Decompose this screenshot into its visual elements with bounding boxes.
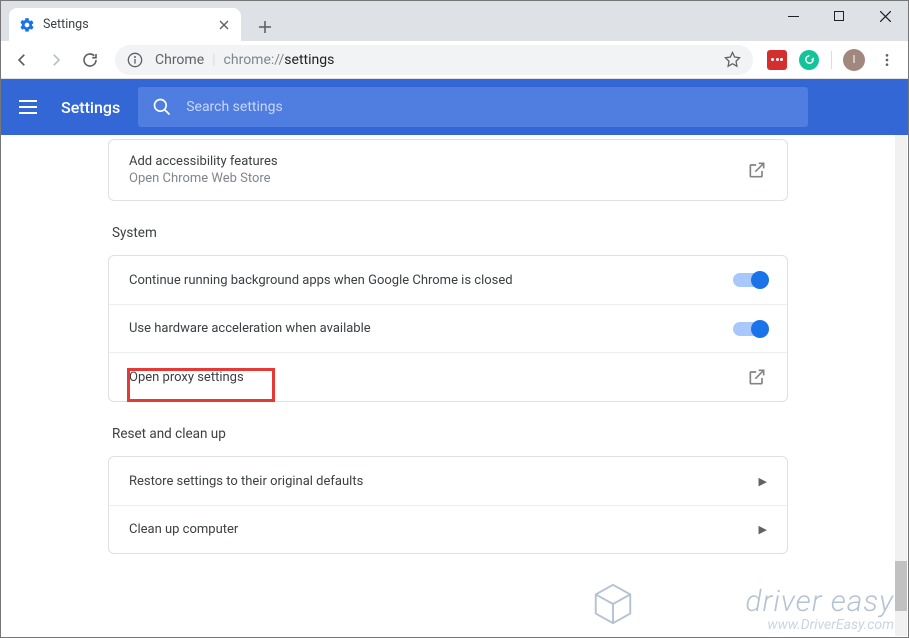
chevron-right-icon: ▶	[759, 523, 767, 536]
system-section-title: System	[112, 225, 784, 241]
address-bar[interactable]: Chrome | chrome://settings	[115, 45, 753, 75]
minimize-button[interactable]	[770, 1, 816, 31]
settings-header: Settings	[1, 79, 908, 135]
extension-grammarly-icon[interactable]	[795, 46, 823, 74]
menu-icon[interactable]	[19, 95, 43, 119]
gear-icon	[19, 17, 35, 33]
background-apps-toggle[interactable]	[733, 273, 767, 287]
maximize-button[interactable]	[816, 1, 862, 31]
url-scheme: chrome://	[224, 52, 285, 68]
browser-tab[interactable]: Settings	[9, 8, 241, 41]
close-tab-button[interactable]	[217, 18, 231, 32]
forward-button[interactable]	[41, 45, 71, 75]
background-apps-row: Continue running background apps when Go…	[109, 256, 787, 304]
row-subtitle: Open Chrome Web Store	[129, 171, 278, 186]
browser-toolbar: Chrome | chrome://settings I	[1, 41, 908, 79]
window-titlebar: Settings	[1, 1, 908, 41]
add-accessibility-features-row[interactable]: Add accessibility features Open Chrome W…	[109, 140, 787, 200]
bookmark-star-icon[interactable]	[724, 51, 741, 68]
row-label: Use hardware acceleration when available	[129, 321, 371, 336]
profile-avatar[interactable]: I	[840, 46, 868, 74]
browser-menu-button[interactable]	[872, 45, 902, 75]
settings-title: Settings	[61, 98, 120, 117]
reset-section-title: Reset and clean up	[112, 426, 784, 442]
tab-title: Settings	[43, 17, 89, 32]
search-icon	[152, 97, 172, 117]
extension-lastpass-icon[interactable]	[763, 46, 791, 74]
new-tab-button[interactable]	[251, 13, 279, 41]
url-path: settings	[284, 52, 334, 68]
window-controls	[770, 1, 908, 31]
reload-button[interactable]	[75, 45, 105, 75]
annotation-highlight	[127, 368, 275, 402]
row-title: Add accessibility features	[129, 154, 278, 169]
hardware-accel-toggle[interactable]	[733, 322, 767, 336]
settings-search[interactable]	[138, 87, 808, 127]
toolbar-separator	[831, 51, 832, 69]
scrollbar-thumb[interactable]	[895, 561, 907, 611]
open-external-icon	[747, 367, 767, 387]
chevron-right-icon: ▶	[759, 475, 767, 488]
hardware-accel-row: Use hardware acceleration when available	[109, 304, 787, 352]
reset-card: Restore settings to their original defau…	[108, 456, 788, 554]
restore-defaults-row[interactable]: Restore settings to their original defau…	[109, 457, 787, 505]
url-separator: |	[212, 52, 215, 68]
settings-search-input[interactable]	[186, 99, 794, 115]
url-host: Chrome	[155, 52, 204, 68]
open-external-icon	[747, 160, 767, 180]
clean-up-computer-row[interactable]: Clean up computer ▶	[109, 505, 787, 553]
row-label: Restore settings to their original defau…	[129, 474, 363, 489]
back-button[interactable]	[7, 45, 37, 75]
row-label: Clean up computer	[129, 522, 238, 537]
accessibility-card: Add accessibility features Open Chrome W…	[108, 139, 788, 201]
row-label: Continue running background apps when Go…	[129, 273, 513, 288]
close-window-button[interactable]	[862, 1, 908, 31]
site-info-icon[interactable]	[127, 52, 143, 68]
